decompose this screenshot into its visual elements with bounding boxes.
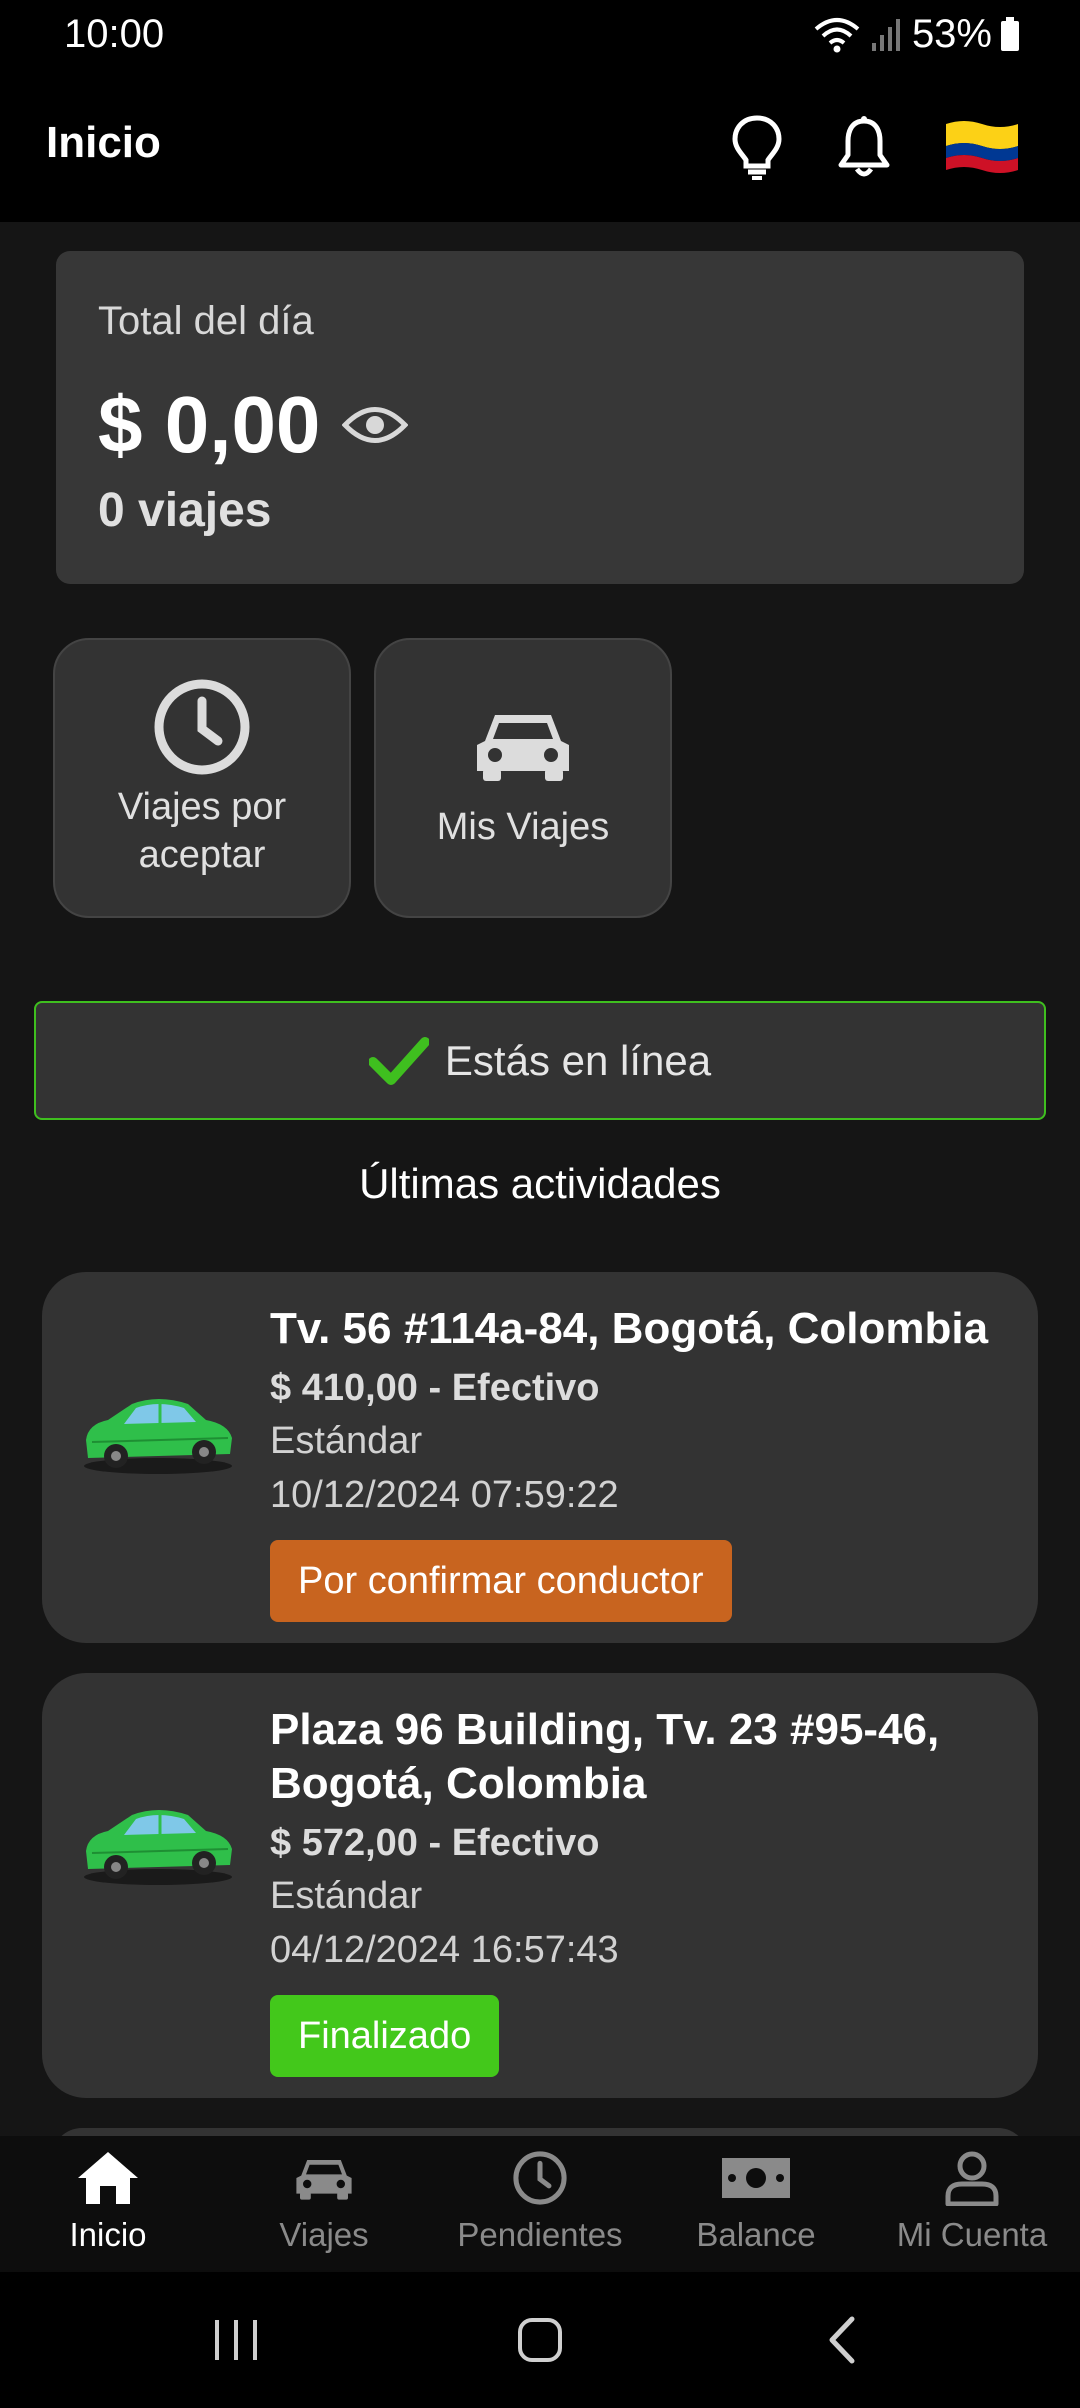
home-icon	[78, 2152, 138, 2204]
activity-service-type: Estándar	[270, 1875, 423, 1917]
back-button[interactable]	[816, 2310, 866, 2370]
activity-card[interactable]: Plaza 96 Building, Tv. 23 #95-46, Bogotá…	[42, 1673, 1038, 2098]
total-label: Total del día	[98, 299, 314, 343]
nav-item-viajes[interactable]: Viajes	[216, 2136, 432, 2272]
tile-label: Viajes por aceptar	[117, 786, 287, 876]
activity-card[interactable]: Tv. 56 #114a-84, Bogotá, Colombia $ 410,…	[42, 1272, 1038, 1643]
status-badge: Finalizado	[270, 1995, 500, 2077]
nav-label: Pendientes	[457, 2216, 623, 2253]
daily-total-card: Total del día $ 0,00 0 viajes	[56, 251, 1024, 584]
app-bar-actions	[730, 114, 1020, 180]
nav-item-inicio[interactable]: Inicio	[0, 2136, 216, 2272]
status-bar: 10:00 53%	[0, 0, 1080, 72]
nav-item-pendientes[interactable]: Pendientes	[432, 2136, 648, 2272]
back-chevron-icon	[829, 2316, 855, 2364]
home-square-icon	[518, 2318, 562, 2362]
money-icon	[722, 2158, 790, 2198]
activity-price: $ 410,00 - Efectivo	[270, 1367, 600, 1409]
page-title: Inicio	[46, 118, 161, 167]
total-amount-row: $ 0,00	[98, 379, 409, 471]
nav-item-balance[interactable]: Balance	[648, 2136, 864, 2272]
activity-price: $ 572,00 - Efectivo	[270, 1822, 600, 1864]
status-time: 10:00	[64, 12, 165, 56]
recent-activities-title: Últimas actividades	[359, 1160, 721, 1207]
clock-icon	[154, 679, 250, 775]
wifi-icon	[814, 17, 860, 52]
system-navigation-bar	[0, 2272, 1080, 2408]
status-icons: 53%	[812, 12, 1020, 57]
total-amount: $ 0,00	[98, 380, 321, 469]
activity-date: 10/12/2024 07:59:22	[270, 1474, 619, 1516]
car-icon	[296, 2160, 352, 2200]
bottom-navigation: Inicio Viajes Pendientes Balance Mi Cuen…	[0, 2136, 1080, 2272]
signal-icon	[871, 18, 900, 51]
nav-label: Inicio	[69, 2216, 147, 2253]
recent-apps-icon	[215, 2320, 257, 2360]
total-trips: 0 viajes	[98, 484, 272, 537]
app-bar: Inicio	[0, 72, 1080, 222]
check-icon	[368, 1036, 429, 1085]
tile-label: Mis Viajes	[436, 806, 610, 848]
activity-service-type: Estándar	[270, 1420, 423, 1462]
activity-address: Tv. 56 #114a-84, Bogotá, Colombia	[270, 1304, 989, 1353]
taxi-car-image	[84, 1810, 232, 1885]
battery-percent: 53%	[911, 12, 992, 56]
battery-icon	[1001, 16, 1019, 51]
activity-date: 04/12/2024 16:57:43	[270, 1929, 619, 1971]
pending-trips-tile[interactable]: Viajes por aceptar	[53, 638, 351, 918]
nav-label: Mi Cuenta	[896, 2216, 1048, 2253]
car-icon	[477, 715, 569, 781]
taxi-car-image	[84, 1399, 232, 1474]
lightbulb-icon[interactable]	[730, 114, 784, 180]
nav-item-mi-cuenta[interactable]: Mi Cuenta	[864, 2136, 1080, 2272]
online-status-banner[interactable]: Estás en línea	[34, 1001, 1046, 1120]
online-status-text: Estás en línea	[444, 1036, 712, 1084]
status-badge: Por confirmar conductor	[270, 1540, 732, 1622]
my-trips-tile[interactable]: Mis Viajes	[374, 638, 672, 918]
clock-icon	[513, 2151, 567, 2205]
recent-apps-button[interactable]	[206, 2310, 266, 2370]
eye-icon[interactable]	[342, 402, 409, 448]
nav-label: Balance	[696, 2216, 816, 2253]
bell-icon[interactable]	[836, 115, 892, 179]
nav-label: Viajes	[279, 2216, 369, 2253]
user-icon	[945, 2151, 999, 2206]
home-button[interactable]	[508, 2310, 572, 2370]
activity-details: Tv. 56 #114a-84, Bogotá, Colombia $ 410,…	[270, 1302, 1010, 1622]
activity-details: Plaza 96 Building, Tv. 23 #95-46, Bogotá…	[270, 1703, 1010, 2077]
colombia-flag-icon[interactable]	[944, 118, 1020, 176]
activity-address: Plaza 96 Building, Tv. 23 #95-46, Bogotá…	[270, 1705, 940, 1808]
